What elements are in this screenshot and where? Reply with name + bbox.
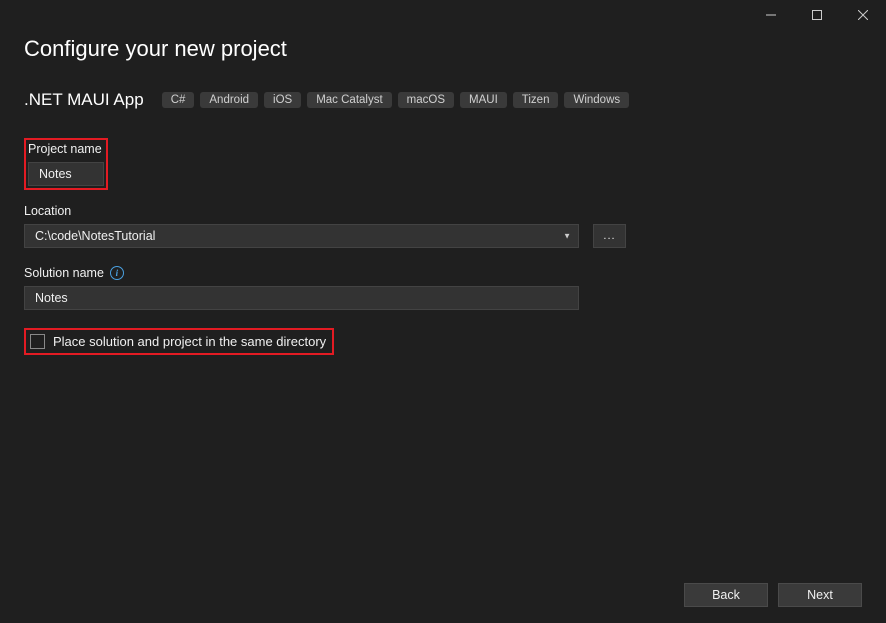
titlebar — [0, 0, 886, 30]
back-button[interactable]: Back — [684, 583, 768, 607]
solution-name-input[interactable] — [24, 286, 579, 310]
project-name-input[interactable] — [28, 162, 104, 186]
tag-macos: macOS — [398, 92, 454, 108]
footer: Back Next — [684, 583, 862, 607]
solution-name-label: Solution name i — [24, 266, 862, 280]
minimize-button[interactable] — [748, 0, 794, 30]
location-label: Location — [24, 204, 862, 218]
location-input[interactable] — [24, 224, 579, 248]
info-icon[interactable]: i — [110, 266, 124, 280]
close-button[interactable] — [840, 0, 886, 30]
same-directory-row[interactable]: Place solution and project in the same d… — [24, 328, 334, 355]
tag-csharp: C# — [162, 92, 195, 108]
next-button[interactable]: Next — [778, 583, 862, 607]
browse-button[interactable]: ... — [593, 224, 626, 248]
project-name-field: Project name — [24, 138, 862, 190]
page-title: Configure your new project — [24, 36, 862, 62]
solution-name-field: Solution name i — [24, 266, 862, 310]
tag-tizen: Tizen — [513, 92, 559, 108]
same-directory-checkbox[interactable] — [30, 334, 45, 349]
tag-ios: iOS — [264, 92, 301, 108]
location-field: Location ▼ ... — [24, 204, 862, 248]
tag-windows: Windows — [564, 92, 629, 108]
tag-android: Android — [200, 92, 258, 108]
solution-name-label-text: Solution name — [24, 266, 104, 280]
tag-maui: MAUI — [460, 92, 507, 108]
tag-mac-catalyst: Mac Catalyst — [307, 92, 391, 108]
maximize-button[interactable] — [794, 0, 840, 30]
content-area: Configure your new project .NET MAUI App… — [0, 30, 886, 355]
project-name-label: Project name — [28, 142, 102, 156]
tag-list: C# Android iOS Mac Catalyst macOS MAUI T… — [162, 92, 629, 108]
subtitle-row: .NET MAUI App C# Android iOS Mac Catalys… — [24, 90, 862, 110]
template-name: .NET MAUI App — [24, 90, 144, 110]
same-directory-label: Place solution and project in the same d… — [53, 334, 326, 349]
